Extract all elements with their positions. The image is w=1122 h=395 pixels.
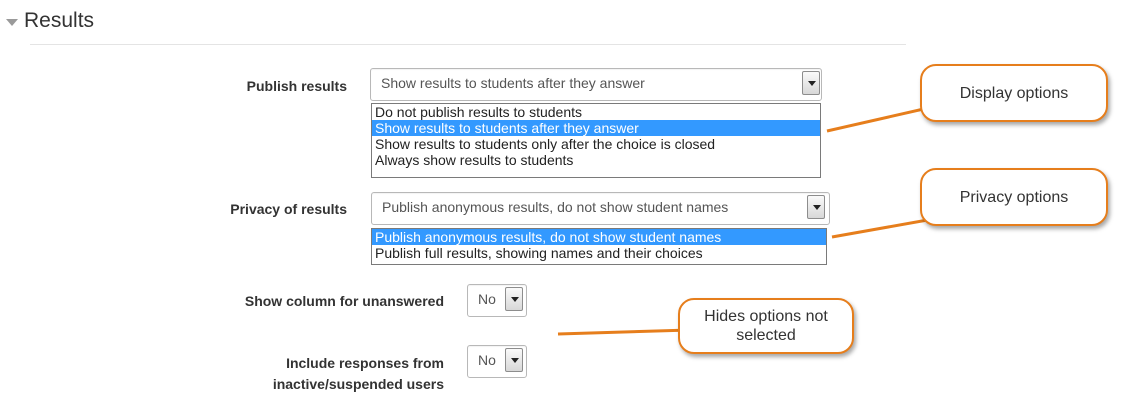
callout-privacy-options: Privacy options (920, 168, 1108, 226)
callout-hides-text-line1: Hides options not (704, 308, 828, 325)
callout-display-options: Display options (920, 64, 1108, 122)
callout-hides-text-line2: selected (736, 327, 796, 344)
callout-privacy-text: Privacy options (959, 189, 1069, 206)
hides-callout-pointer (557, 328, 691, 336)
callout-hides-options: Hides options not selected (678, 298, 854, 354)
callout-display-text: Display options (959, 84, 1069, 102)
